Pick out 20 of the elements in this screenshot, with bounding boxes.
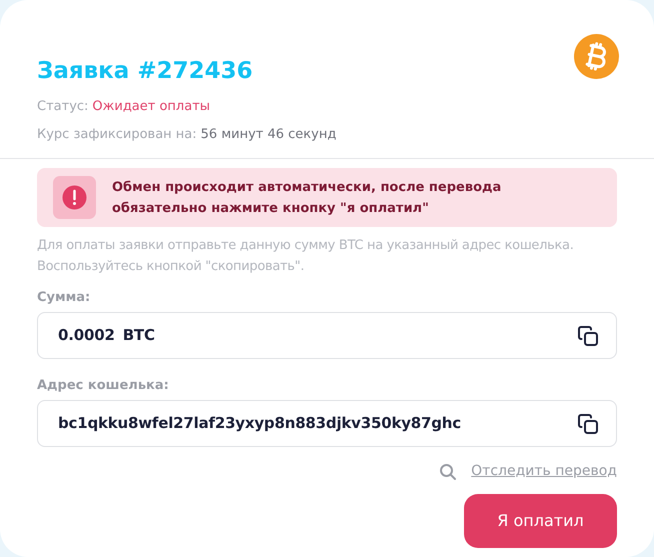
- status-label: Статус:: [37, 98, 88, 116]
- copy-icon[interactable]: [576, 324, 600, 348]
- warning-icon: [53, 176, 96, 219]
- currency-label: BTC: [122, 325, 155, 346]
- rate-timer: 56 минут 46 секунд: [200, 126, 336, 144]
- address-field[interactable]: bc1qkku8wfel27laf23yxyp8n883djkv350ky87ghc: [37, 400, 617, 447]
- alert-text: Обмен происходит автоматически, после перевода обязательно нажмите кнопку "я оплатил": [112, 178, 502, 218]
- search-icon[interactable]: [439, 462, 458, 480]
- wallet-address: bc1qkku8wfel27laf23yxyp8n883djkv350ky87ghc: [58, 413, 461, 434]
- field-label: Адрес кошелька:: [37, 377, 170, 395]
- rate-label: Курс зафиксирован на:: [37, 126, 197, 144]
- paid-button[interactable]: Я оплатил: [464, 494, 617, 548]
- field-label: Сумма:: [37, 289, 92, 307]
- status-value: Ожидает оплаты: [92, 98, 210, 116]
- instructions-text: Для оплаты заявки отправьте данную сумму BTC на указанный адрес кошелька. Воспользуйтесь кнопкой "скопировать".: [37, 237, 575, 276]
- order-title: Заявка #272436: [37, 57, 254, 86]
- amount-value: 0.0002: [58, 325, 115, 346]
- amount-field[interactable]: 0.0002 BTC: [37, 312, 617, 359]
- copy-icon[interactable]: [576, 412, 600, 436]
- bitcoin-icon: [574, 34, 619, 79]
